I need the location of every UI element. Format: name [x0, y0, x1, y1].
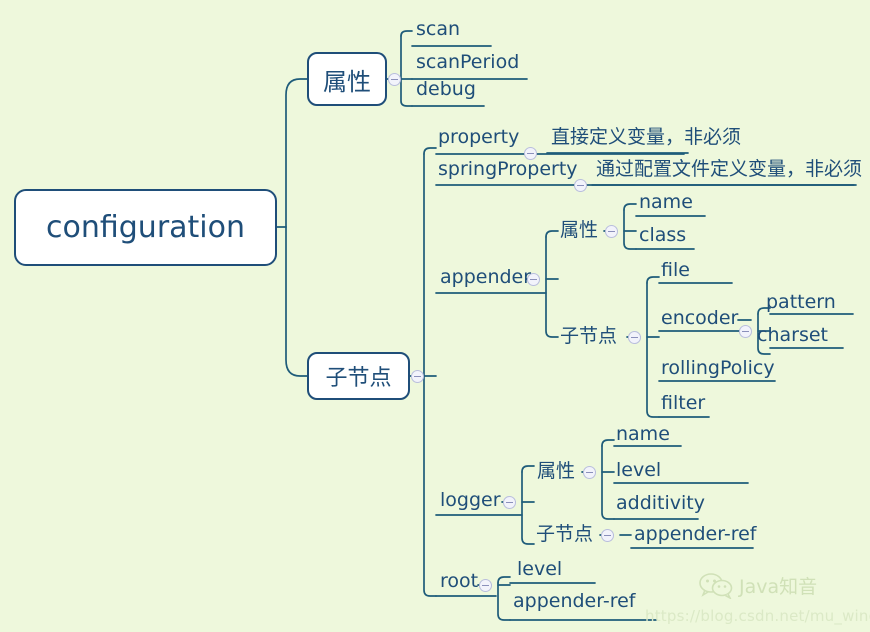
- node-debug[interactable]: debug: [416, 80, 476, 99]
- node-property[interactable]: property: [438, 128, 519, 147]
- toggle-logger-childnodes[interactable]: [601, 529, 614, 542]
- node-root-appender-ref[interactable]: appender-ref: [513, 592, 635, 611]
- node-encoder[interactable]: encoder: [661, 309, 738, 328]
- node-root-level[interactable]: level: [517, 560, 562, 579]
- toggle-child-nodes[interactable]: [411, 370, 424, 383]
- wechat-icon: [699, 572, 733, 599]
- node-attributes[interactable]: 属性: [307, 52, 387, 106]
- node-logger-attributes[interactable]: 属性: [537, 462, 575, 481]
- watermark-url: https://blog.csdn.net/mu_wind: [645, 607, 870, 625]
- note-springproperty: 通过配置文件定义变量，非必须: [596, 158, 863, 180]
- toggle-appender-attributes[interactable]: [605, 225, 618, 238]
- node-rollingpolicy[interactable]: rollingPolicy: [661, 359, 775, 378]
- node-scan[interactable]: scan: [416, 20, 460, 39]
- node-logger-level[interactable]: level: [616, 461, 661, 480]
- node-appender-childnodes[interactable]: 子节点: [560, 327, 617, 346]
- watermark-brand-label: Java知音: [739, 576, 818, 598]
- toggle-logger-attributes[interactable]: [583, 466, 596, 479]
- node-appender-name[interactable]: name: [639, 193, 693, 212]
- toggle-appender-childnodes[interactable]: [628, 331, 641, 344]
- toggle-root[interactable]: [479, 579, 492, 592]
- node-logger[interactable]: logger: [440, 491, 501, 510]
- node-appender-attributes[interactable]: 属性: [560, 221, 598, 240]
- node-configuration[interactable]: configuration: [14, 189, 277, 266]
- node-appender-class[interactable]: class: [639, 226, 686, 245]
- node-charset[interactable]: charset: [757, 326, 828, 345]
- node-configuration-label: configuration: [46, 210, 245, 245]
- node-logger-childnodes[interactable]: 子节点: [536, 525, 593, 544]
- node-child-nodes[interactable]: 子节点: [307, 352, 410, 400]
- toggle-attributes[interactable]: [388, 73, 401, 86]
- toggle-springproperty[interactable]: [574, 179, 587, 192]
- node-logger-additivity[interactable]: additivity: [616, 494, 705, 513]
- node-appender[interactable]: appender: [440, 268, 531, 287]
- node-scanperiod[interactable]: scanPeriod: [416, 53, 519, 72]
- watermark-brand: Java知音: [699, 572, 817, 599]
- note-property: 直接定义变量，非必须: [551, 126, 742, 148]
- toggle-encoder[interactable]: [739, 325, 752, 338]
- node-file[interactable]: file: [661, 261, 690, 280]
- node-logger-name[interactable]: name: [616, 425, 670, 444]
- mindmap-canvas: configuration 属性 子节点 scan scanPeriod deb…: [0, 0, 870, 632]
- node-pattern[interactable]: pattern: [766, 293, 836, 312]
- toggle-logger[interactable]: [503, 496, 516, 509]
- node-root[interactable]: root: [440, 572, 478, 591]
- toggle-property[interactable]: [524, 147, 537, 160]
- node-filter[interactable]: filter: [661, 394, 705, 413]
- node-springproperty[interactable]: springProperty: [438, 160, 578, 179]
- node-attributes-label: 属性: [323, 67, 371, 96]
- node-logger-appender-ref[interactable]: appender-ref: [634, 525, 756, 544]
- toggle-appender[interactable]: [527, 273, 540, 286]
- node-child-nodes-label: 子节点: [325, 366, 392, 391]
